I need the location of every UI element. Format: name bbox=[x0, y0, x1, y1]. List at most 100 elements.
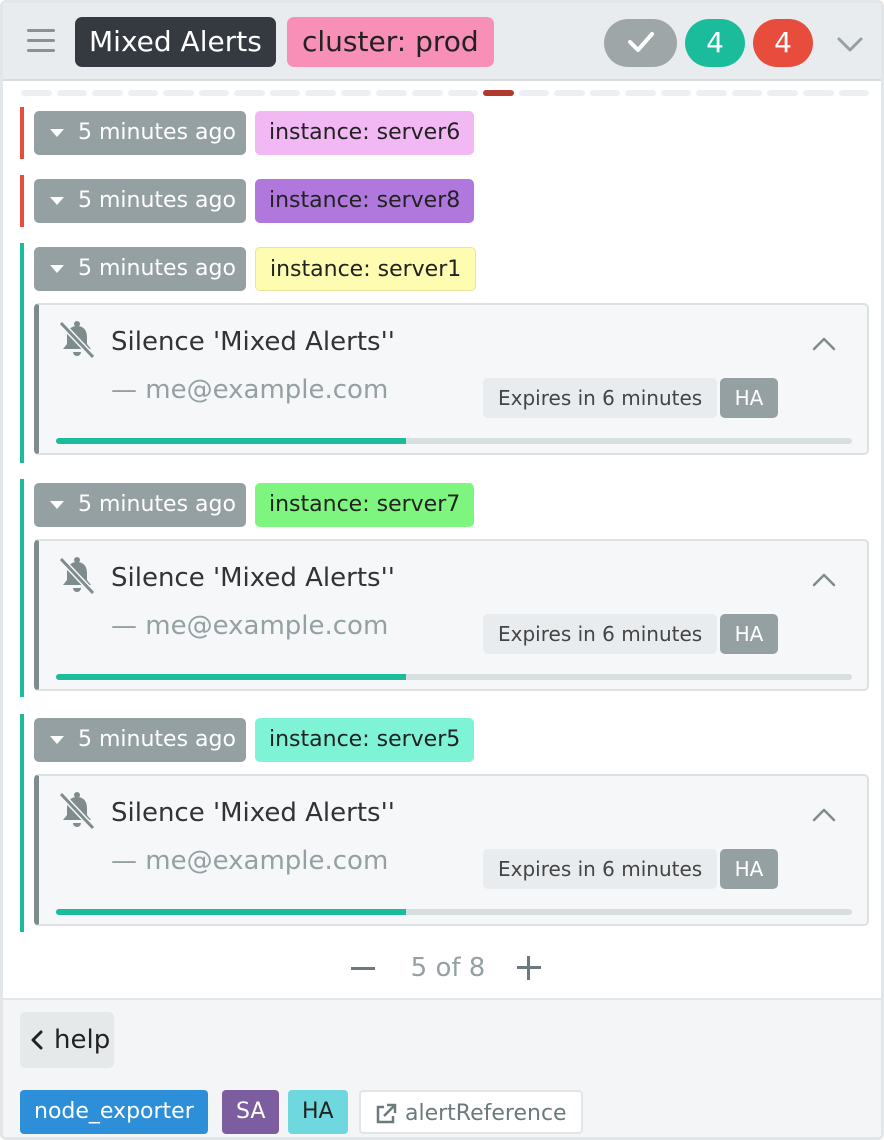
instance-label[interactable]: instance: server7 bbox=[255, 483, 475, 527]
pager-dash[interactable] bbox=[56, 90, 88, 96]
pager-dash[interactable] bbox=[554, 90, 585, 96]
caret-down-icon bbox=[50, 265, 64, 273]
group-pager: 5 of 8 bbox=[343, 947, 553, 991]
alert-time-label: 5 minutes ago bbox=[78, 188, 236, 213]
check-icon bbox=[627, 32, 654, 52]
pager-dash[interactable] bbox=[838, 90, 870, 96]
alert-state-bar bbox=[20, 479, 24, 697]
alert-pager-dashes bbox=[21, 90, 870, 98]
alert-time-label: 5 minutes ago bbox=[78, 256, 236, 281]
alert-item: 5 minutes ago instance: server6 bbox=[20, 107, 872, 159]
alert-item: 5 minutes ago instance: server8 bbox=[20, 175, 872, 227]
silence-title: Silence 'Mixed Alerts'' bbox=[111, 563, 395, 593]
pager-dash[interactable] bbox=[127, 90, 159, 96]
cluster-label[interactable]: cluster: prod bbox=[287, 17, 494, 67]
instance-label[interactable]: instance: server6 bbox=[255, 111, 475, 155]
chevron-up-icon[interactable] bbox=[809, 567, 839, 593]
pager-dash[interactable] bbox=[376, 90, 408, 96]
bell-slash-icon bbox=[58, 556, 96, 596]
pager-dash[interactable] bbox=[340, 90, 372, 96]
cluster-tag[interactable]: HA bbox=[720, 849, 778, 889]
external-link-icon bbox=[376, 1103, 397, 1124]
alert-item: 5 minutes ago instance: server7 Silence … bbox=[20, 479, 872, 697]
silence-progress-bar bbox=[56, 674, 852, 680]
alert-state-bar bbox=[20, 714, 24, 932]
alert-time-label: 5 minutes ago bbox=[78, 492, 236, 517]
pager-dash[interactable] bbox=[589, 90, 621, 96]
group-header: Mixed Alerts cluster: prod 4 4 bbox=[3, 3, 881, 81]
cluster-tag-ha[interactable]: HA bbox=[288, 1090, 348, 1134]
silence-title: Silence 'Mixed Alerts'' bbox=[111, 327, 395, 357]
alert-time-label: 5 minutes ago bbox=[78, 120, 236, 145]
caret-down-icon bbox=[50, 736, 64, 744]
chevron-up-icon[interactable] bbox=[809, 802, 839, 828]
silence-author: — me@example.com bbox=[111, 375, 389, 405]
pager-dash[interactable] bbox=[696, 90, 727, 96]
plus-icon[interactable] bbox=[517, 956, 541, 980]
group-footer: help node_exporter SA HA alertReference bbox=[3, 998, 881, 1137]
chevron-up-icon[interactable] bbox=[809, 331, 839, 357]
silence-author: — me@example.com bbox=[111, 846, 389, 876]
alert-reference-link[interactable]: alertReference bbox=[359, 1090, 583, 1134]
silence-expiry-badge: Expires in 6 minutes bbox=[483, 614, 718, 654]
pager-dash[interactable] bbox=[625, 90, 656, 96]
help-button[interactable]: help bbox=[20, 1012, 114, 1068]
caret-down-icon bbox=[50, 197, 64, 205]
silence-expiry-badge: Expires in 6 minutes bbox=[483, 378, 718, 418]
hamburger-icon[interactable] bbox=[27, 29, 55, 53]
pager-dash[interactable] bbox=[483, 90, 514, 96]
alert-item: 5 minutes ago instance: server1 Silence … bbox=[20, 243, 872, 463]
bell-slash-icon bbox=[58, 791, 96, 831]
pager-dash[interactable] bbox=[163, 90, 194, 96]
pager-dash[interactable] bbox=[305, 90, 336, 96]
cluster-tag[interactable]: HA bbox=[720, 614, 778, 654]
pager-dash[interactable] bbox=[234, 90, 265, 96]
pager-dash[interactable] bbox=[731, 90, 763, 96]
active-count-badge[interactable]: 4 bbox=[753, 19, 813, 67]
alert-time-button[interactable]: 5 minutes ago bbox=[34, 718, 246, 762]
alert-time-button[interactable]: 5 minutes ago bbox=[34, 483, 246, 527]
alert-state-bar bbox=[20, 175, 24, 227]
pager-dash[interactable] bbox=[518, 90, 550, 96]
silence-progress-bar bbox=[56, 438, 852, 444]
silence-progress-bar bbox=[56, 909, 852, 915]
alert-state-bar bbox=[20, 107, 24, 159]
bell-slash-icon bbox=[58, 320, 96, 360]
pager-dash[interactable] bbox=[412, 90, 443, 96]
silence-expiry-badge: Expires in 6 minutes bbox=[483, 849, 718, 889]
alert-time-button[interactable]: 5 minutes ago bbox=[34, 111, 246, 155]
pager-dash[interactable] bbox=[21, 90, 52, 96]
silence-card: Silence 'Mixed Alerts'' — me@example.com… bbox=[34, 303, 869, 455]
alert-time-button[interactable]: 5 minutes ago bbox=[34, 247, 246, 291]
alert-time-button[interactable]: 5 minutes ago bbox=[34, 179, 246, 223]
chevron-down-icon[interactable] bbox=[833, 29, 867, 59]
pager-dash[interactable] bbox=[803, 90, 834, 96]
cluster-tag[interactable]: HA bbox=[720, 378, 778, 418]
cluster-tag-sa[interactable]: SA bbox=[222, 1090, 280, 1134]
pager-dash[interactable] bbox=[269, 90, 301, 96]
silence-card: Silence 'Mixed Alerts'' — me@example.com… bbox=[34, 539, 869, 691]
receiver-tag[interactable]: node_exporter bbox=[20, 1090, 208, 1134]
instance-label[interactable]: instance: server1 bbox=[255, 247, 477, 291]
alert-item: 5 minutes ago instance: server5 Silence … bbox=[20, 714, 872, 932]
silence-title: Silence 'Mixed Alerts'' bbox=[111, 798, 395, 828]
pager-dash[interactable] bbox=[767, 90, 799, 96]
caret-down-icon bbox=[50, 129, 64, 137]
pager-dash[interactable] bbox=[198, 90, 230, 96]
group-title[interactable]: Mixed Alerts bbox=[75, 17, 276, 67]
alert-reference-label: alertReference bbox=[405, 1101, 567, 1126]
chevron-left-icon bbox=[31, 1030, 43, 1050]
instance-label[interactable]: instance: server5 bbox=[255, 718, 475, 762]
pager-dash[interactable] bbox=[447, 90, 479, 96]
pager-dash[interactable] bbox=[92, 90, 123, 96]
alert-time-label: 5 minutes ago bbox=[78, 727, 236, 752]
silence-author: — me@example.com bbox=[111, 611, 389, 641]
help-label: help bbox=[54, 1025, 111, 1055]
alert-state-bar bbox=[20, 243, 24, 463]
caret-down-icon bbox=[50, 501, 64, 509]
inhibited-count-badge[interactable]: 4 bbox=[685, 19, 745, 67]
pager-dash[interactable] bbox=[660, 90, 692, 96]
instance-label[interactable]: instance: server8 bbox=[255, 179, 475, 223]
silence-all-button[interactable] bbox=[604, 19, 677, 67]
silence-card: Silence 'Mixed Alerts'' — me@example.com… bbox=[34, 774, 869, 926]
